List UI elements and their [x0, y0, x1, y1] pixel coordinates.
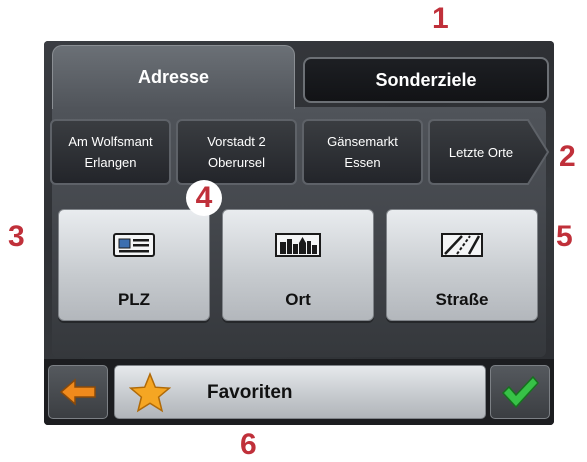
recent-destination-city: Oberursel — [207, 155, 266, 170]
recent-destination-2[interactable]: Vorstadt 2 Oberursel — [176, 119, 297, 185]
tab-adresse-label: Adresse — [137, 67, 210, 87]
recent-destination-city: Erlangen — [84, 155, 137, 170]
city-label: Ort — [285, 290, 311, 309]
street-button[interactable]: Straße — [386, 209, 538, 321]
postcode-button[interactable]: PLZ — [58, 209, 210, 321]
callout-5: 5 — [556, 220, 573, 253]
callout-2: 2 — [559, 140, 576, 173]
confirm-button[interactable] — [490, 365, 550, 419]
favorites-button[interactable]: Favoriten — [114, 365, 486, 419]
recent-locations-label: Letzte Orte — [448, 144, 514, 160]
recent-destination-3[interactable]: Gänsemarkt Essen — [302, 119, 423, 185]
tab-adresse[interactable]: Adresse — [52, 45, 295, 109]
tab-sonderziele[interactable]: Sonderziele — [303, 57, 549, 103]
star-icon — [129, 372, 171, 413]
city-skyline-icon — [275, 233, 321, 257]
callout-6: 6 — [240, 428, 257, 461]
city-button[interactable]: Ort — [222, 209, 374, 321]
recent-destination-street: Vorstadt 2 — [207, 134, 266, 149]
postcode-label: PLZ — [117, 290, 151, 309]
callout-3: 3 — [8, 220, 25, 253]
arrow-left-icon — [59, 378, 96, 406]
back-button[interactable] — [48, 365, 108, 419]
screen: Adresse Sonderziele Am Wolfsmant Erlange… — [44, 41, 554, 425]
recent-destination-street: Gänsemarkt — [327, 134, 398, 149]
recent-destination-street: Am Wolfsmant — [68, 134, 153, 149]
recent-locations-button[interactable]: Letzte Orte — [428, 119, 550, 185]
recent-destination-1[interactable]: Am Wolfsmant Erlangen — [50, 119, 171, 185]
street-label: Straße — [435, 290, 489, 309]
callout-4: 4 — [186, 180, 222, 216]
road-icon — [441, 233, 483, 257]
tab-sonderziele-label: Sonderziele — [375, 69, 477, 90]
navigation-device: Adresse Sonderziele Am Wolfsmant Erlange… — [44, 41, 554, 425]
id-card-icon — [113, 233, 155, 257]
checkmark-icon — [501, 375, 539, 409]
favorites-label: Favoriten — [207, 382, 293, 403]
recent-destination-city: Essen — [344, 155, 381, 170]
callout-1: 1 — [432, 2, 449, 35]
